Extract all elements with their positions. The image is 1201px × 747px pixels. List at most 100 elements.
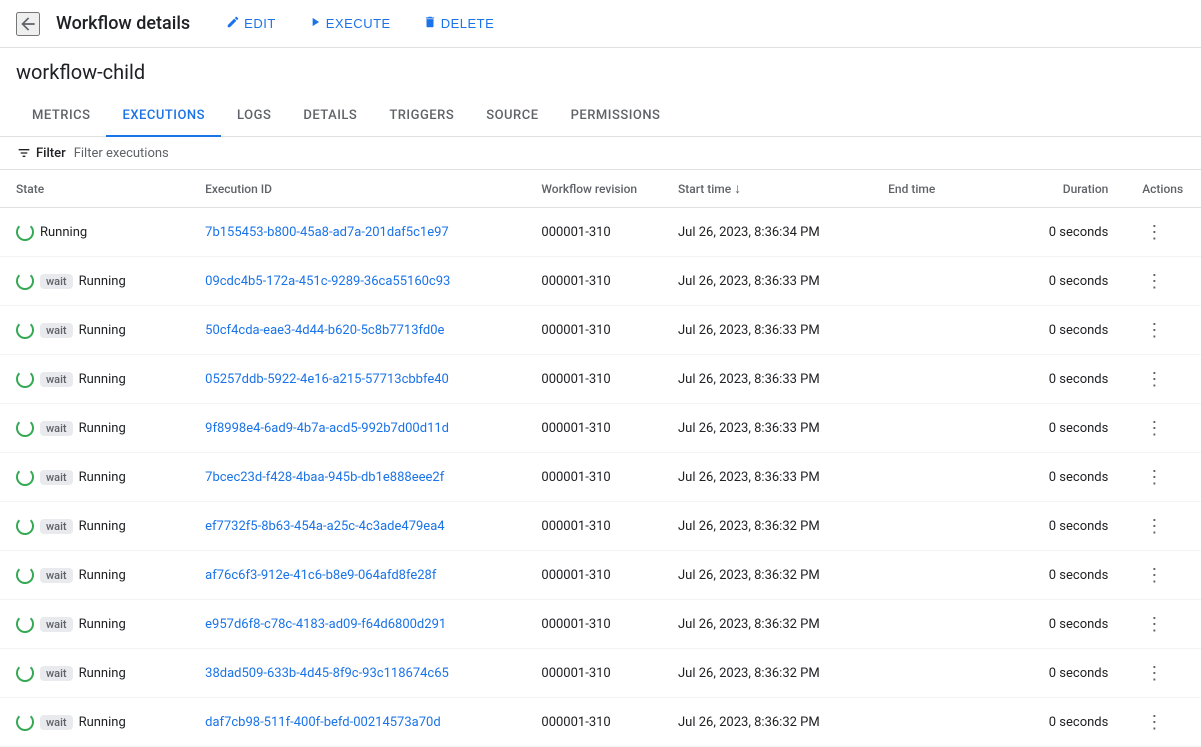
table-body: Running 7b155453-b800-45a8-ad7a-201daf5c1… [0,208,1201,747]
row-actions-button[interactable]: ⋮ [1140,316,1168,344]
state-cell: waitRunning [0,698,189,747]
col-header-state: State [0,170,189,208]
execute-icon [308,15,322,32]
filter-icon [16,145,32,161]
duration-cell: 0 seconds [998,649,1124,698]
col-header-actions: Actions [1124,170,1201,208]
state-label: Running [79,519,126,534]
start-time-cell: Jul 26, 2023, 8:36:32 PM [662,600,872,649]
wait-badge: wait [40,470,73,485]
row-actions-button[interactable]: ⋮ [1140,561,1168,589]
row-actions-button[interactable]: ⋮ [1140,610,1168,638]
execution-id-link[interactable]: 7b155453-b800-45a8-ad7a-201daf5c1e97 [205,225,449,240]
execution-id-cell: 05257ddb-5922-4e16-a215-57713cbbfe40 [189,355,525,404]
state-label: Running [79,666,126,681]
edit-button[interactable]: EDIT [214,9,288,38]
row-actions-button[interactable]: ⋮ [1140,512,1168,540]
state-cell: waitRunning [0,257,189,306]
start-time-cell: Jul 26, 2023, 8:36:33 PM [662,453,872,502]
row-actions-button[interactable]: ⋮ [1140,414,1168,442]
header-actions: EDIT EXECUTE DELETE [214,9,506,38]
execute-button[interactable]: EXECUTE [296,9,403,38]
page-header: Workflow details EDIT EXECUTE DELETE [0,0,1201,48]
execution-id-link[interactable]: 09cdc4b5-172a-451c-9289-36ca55160c93 [205,274,450,289]
tab-permissions[interactable]: PERMISSIONS [555,96,677,137]
actions-cell: ⋮ [1124,698,1201,747]
table-row: waitRunning9f8998e4-6ad9-4b7a-acd5-992b7… [0,404,1201,453]
row-actions-button[interactable]: ⋮ [1140,659,1168,687]
actions-cell: ⋮ [1124,208,1201,257]
duration-cell: 0 seconds [998,355,1124,404]
state-cell: wait Running [0,502,189,551]
actions-cell: ⋮ [1124,600,1201,649]
filter-placeholder: Filter executions [74,146,169,161]
edit-label: EDIT [244,16,276,31]
execution-id-link[interactable]: 05257ddb-5922-4e16-a215-57713cbbfe40 [205,372,449,387]
col-header-start-time[interactable]: Start time ↓ [662,170,872,208]
execution-id-cell: 09cdc4b5-172a-451c-9289-36ca55160c93 [189,257,525,306]
row-actions-button[interactable]: ⋮ [1140,267,1168,295]
duration-cell: 0 seconds [998,306,1124,355]
execution-id-link[interactable]: 38dad509-633b-4d45-8f9c-93c118674c65 [205,666,449,681]
tab-metrics[interactable]: METRICS [16,96,106,137]
row-actions-button[interactable]: ⋮ [1140,218,1168,246]
running-spinner-icon [16,664,34,682]
table-header: State Execution ID Workflow revision Sta… [0,170,1201,208]
running-spinner-icon [16,468,34,486]
execution-id-cell: ef7732f5-8b63-454a-a25c-4c3ade479ea4 [189,502,525,551]
tabs-bar: METRICS EXECUTIONS LOGS DETAILS TRIGGERS… [0,96,1201,137]
end-time-cell [872,600,998,649]
state-label: Running [79,715,126,730]
table-row: waitRunninge957d6f8-c78c-4183-ad09-f64d6… [0,600,1201,649]
revision-cell: 000001-310 [525,355,662,404]
actions-cell: ⋮ [1124,306,1201,355]
row-actions-button[interactable]: ⋮ [1140,708,1168,736]
duration-cell: 0 seconds [998,404,1124,453]
row-actions-button[interactable]: ⋮ [1140,463,1168,491]
start-time-cell: Jul 26, 2023, 8:36:32 PM [662,698,872,747]
col-header-duration: Duration [998,170,1124,208]
end-time-cell [872,502,998,551]
actions-cell: ⋮ [1124,453,1201,502]
execution-id-link[interactable]: daf7cb98-511f-400f-befd-00214573a70d [205,715,441,730]
row-actions-button[interactable]: ⋮ [1140,365,1168,393]
execution-id-cell: daf7cb98-511f-400f-befd-00214573a70d [189,698,525,747]
tab-source[interactable]: SOURCE [470,96,554,137]
duration-cell: 0 seconds [998,208,1124,257]
end-time-cell [872,404,998,453]
execution-id-link[interactable]: 9f8998e4-6ad9-4b7a-acd5-992b7d00d11d [205,421,449,436]
delete-label: DELETE [441,16,495,31]
actions-cell: ⋮ [1124,502,1201,551]
tab-logs[interactable]: LOGS [221,96,287,137]
end-time-cell [872,306,998,355]
col-header-execution-id: Execution ID [189,170,525,208]
tab-executions[interactable]: EXECUTIONS [106,96,221,137]
back-button[interactable] [16,12,40,36]
delete-button[interactable]: DELETE [411,9,507,38]
execution-id-link[interactable]: af76c6f3-912e-41c6-b8e9-064afd8fe28f [205,568,436,583]
running-spinner-icon [16,566,34,584]
execution-id-link[interactable]: ef7732f5-8b63-454a-a25c-4c3ade479ea4 [205,519,444,534]
execution-id-link[interactable]: 7bcec23d-f428-4baa-945b-db1e888eee2f [205,470,444,485]
running-spinner-icon [16,419,34,437]
end-time-cell [872,355,998,404]
tab-details[interactable]: DETAILS [287,96,373,137]
filter-label: Filter [36,146,66,161]
state-label: Running [40,225,87,240]
state-label: Running [79,372,126,387]
delete-icon [423,15,437,32]
execution-id-cell: 7b155453-b800-45a8-ad7a-201daf5c1e97 [189,208,525,257]
actions-cell: ⋮ [1124,649,1201,698]
filter-button[interactable]: Filter [16,145,66,161]
start-time-cell: Jul 26, 2023, 8:36:32 PM [662,551,872,600]
table-row: wait Running ef7732f5-8b63-454a-a25c-4c3ad… [0,502,1201,551]
state-cell: wait Running [0,453,189,502]
state-cell: waitRunning [0,355,189,404]
wait-badge: wait [40,519,73,534]
duration-cell: 0 seconds [998,453,1124,502]
execution-id-link[interactable]: e957d6f8-c78c-4183-ad09-f64d6800d291 [205,617,446,632]
execution-id-link[interactable]: 50cf4cda-eae3-4d44-b620-5c8b7713fd0e [205,323,444,338]
tab-triggers[interactable]: TRIGGERS [373,96,470,137]
workflow-name: workflow-child [0,48,1201,96]
state-label: Running [79,470,126,485]
